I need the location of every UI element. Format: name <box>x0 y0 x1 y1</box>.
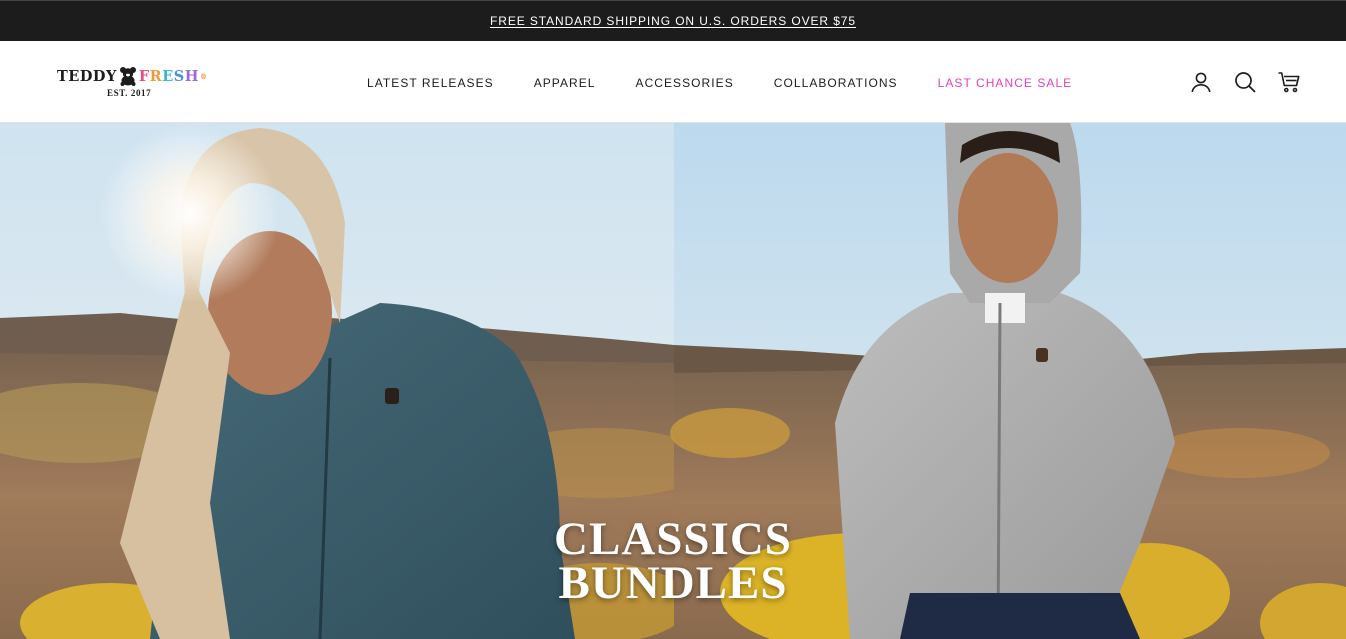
site-header: TEDDY FRESH ® EST. 2017 LATEST RELEASES … <box>0 41 1346 123</box>
nav-item-collaborations[interactable]: COLLABORATIONS <box>774 76 898 90</box>
logo-word-teddy: TEDDY <box>57 67 117 85</box>
nav-item-accessories[interactable]: ACCESSORIES <box>636 76 734 90</box>
registered-mark: ® <box>199 71 208 81</box>
hero-title: CLASSICS BUNDLES <box>0 513 1346 609</box>
bear-icon <box>119 67 136 86</box>
cart-icon[interactable] <box>1277 70 1301 94</box>
hero-title-line1: CLASSICS <box>554 513 792 565</box>
nav-item-apparel[interactable]: APPAREL <box>534 76 596 90</box>
logo-established: EST. 2017 <box>107 88 152 98</box>
hero-title-line2: BUNDLES <box>558 557 788 609</box>
announcement-link[interactable]: FREE STANDARD SHIPPING ON U.S. ORDERS OV… <box>490 14 856 28</box>
logo-wordmark: TEDDY FRESH ® <box>57 65 207 87</box>
logo-word-fresh: FRESH <box>138 67 199 85</box>
main-nav: LATEST RELEASES APPAREL ACCESSORIES COLL… <box>367 75 1072 91</box>
account-icon[interactable] <box>1189 70 1213 94</box>
nav-item-last-chance-sale[interactable]: LAST CHANCE SALE <box>938 76 1073 90</box>
announcement-bar: FREE STANDARD SHIPPING ON U.S. ORDERS OV… <box>0 0 1346 41</box>
logo[interactable]: TEDDY FRESH ® EST. 2017 <box>57 65 217 101</box>
hero-banner[interactable]: CLASSICS BUNDLES <box>0 123 1346 639</box>
nav-item-latest-releases[interactable]: LATEST RELEASES <box>367 76 494 90</box>
search-icon[interactable] <box>1233 70 1257 94</box>
